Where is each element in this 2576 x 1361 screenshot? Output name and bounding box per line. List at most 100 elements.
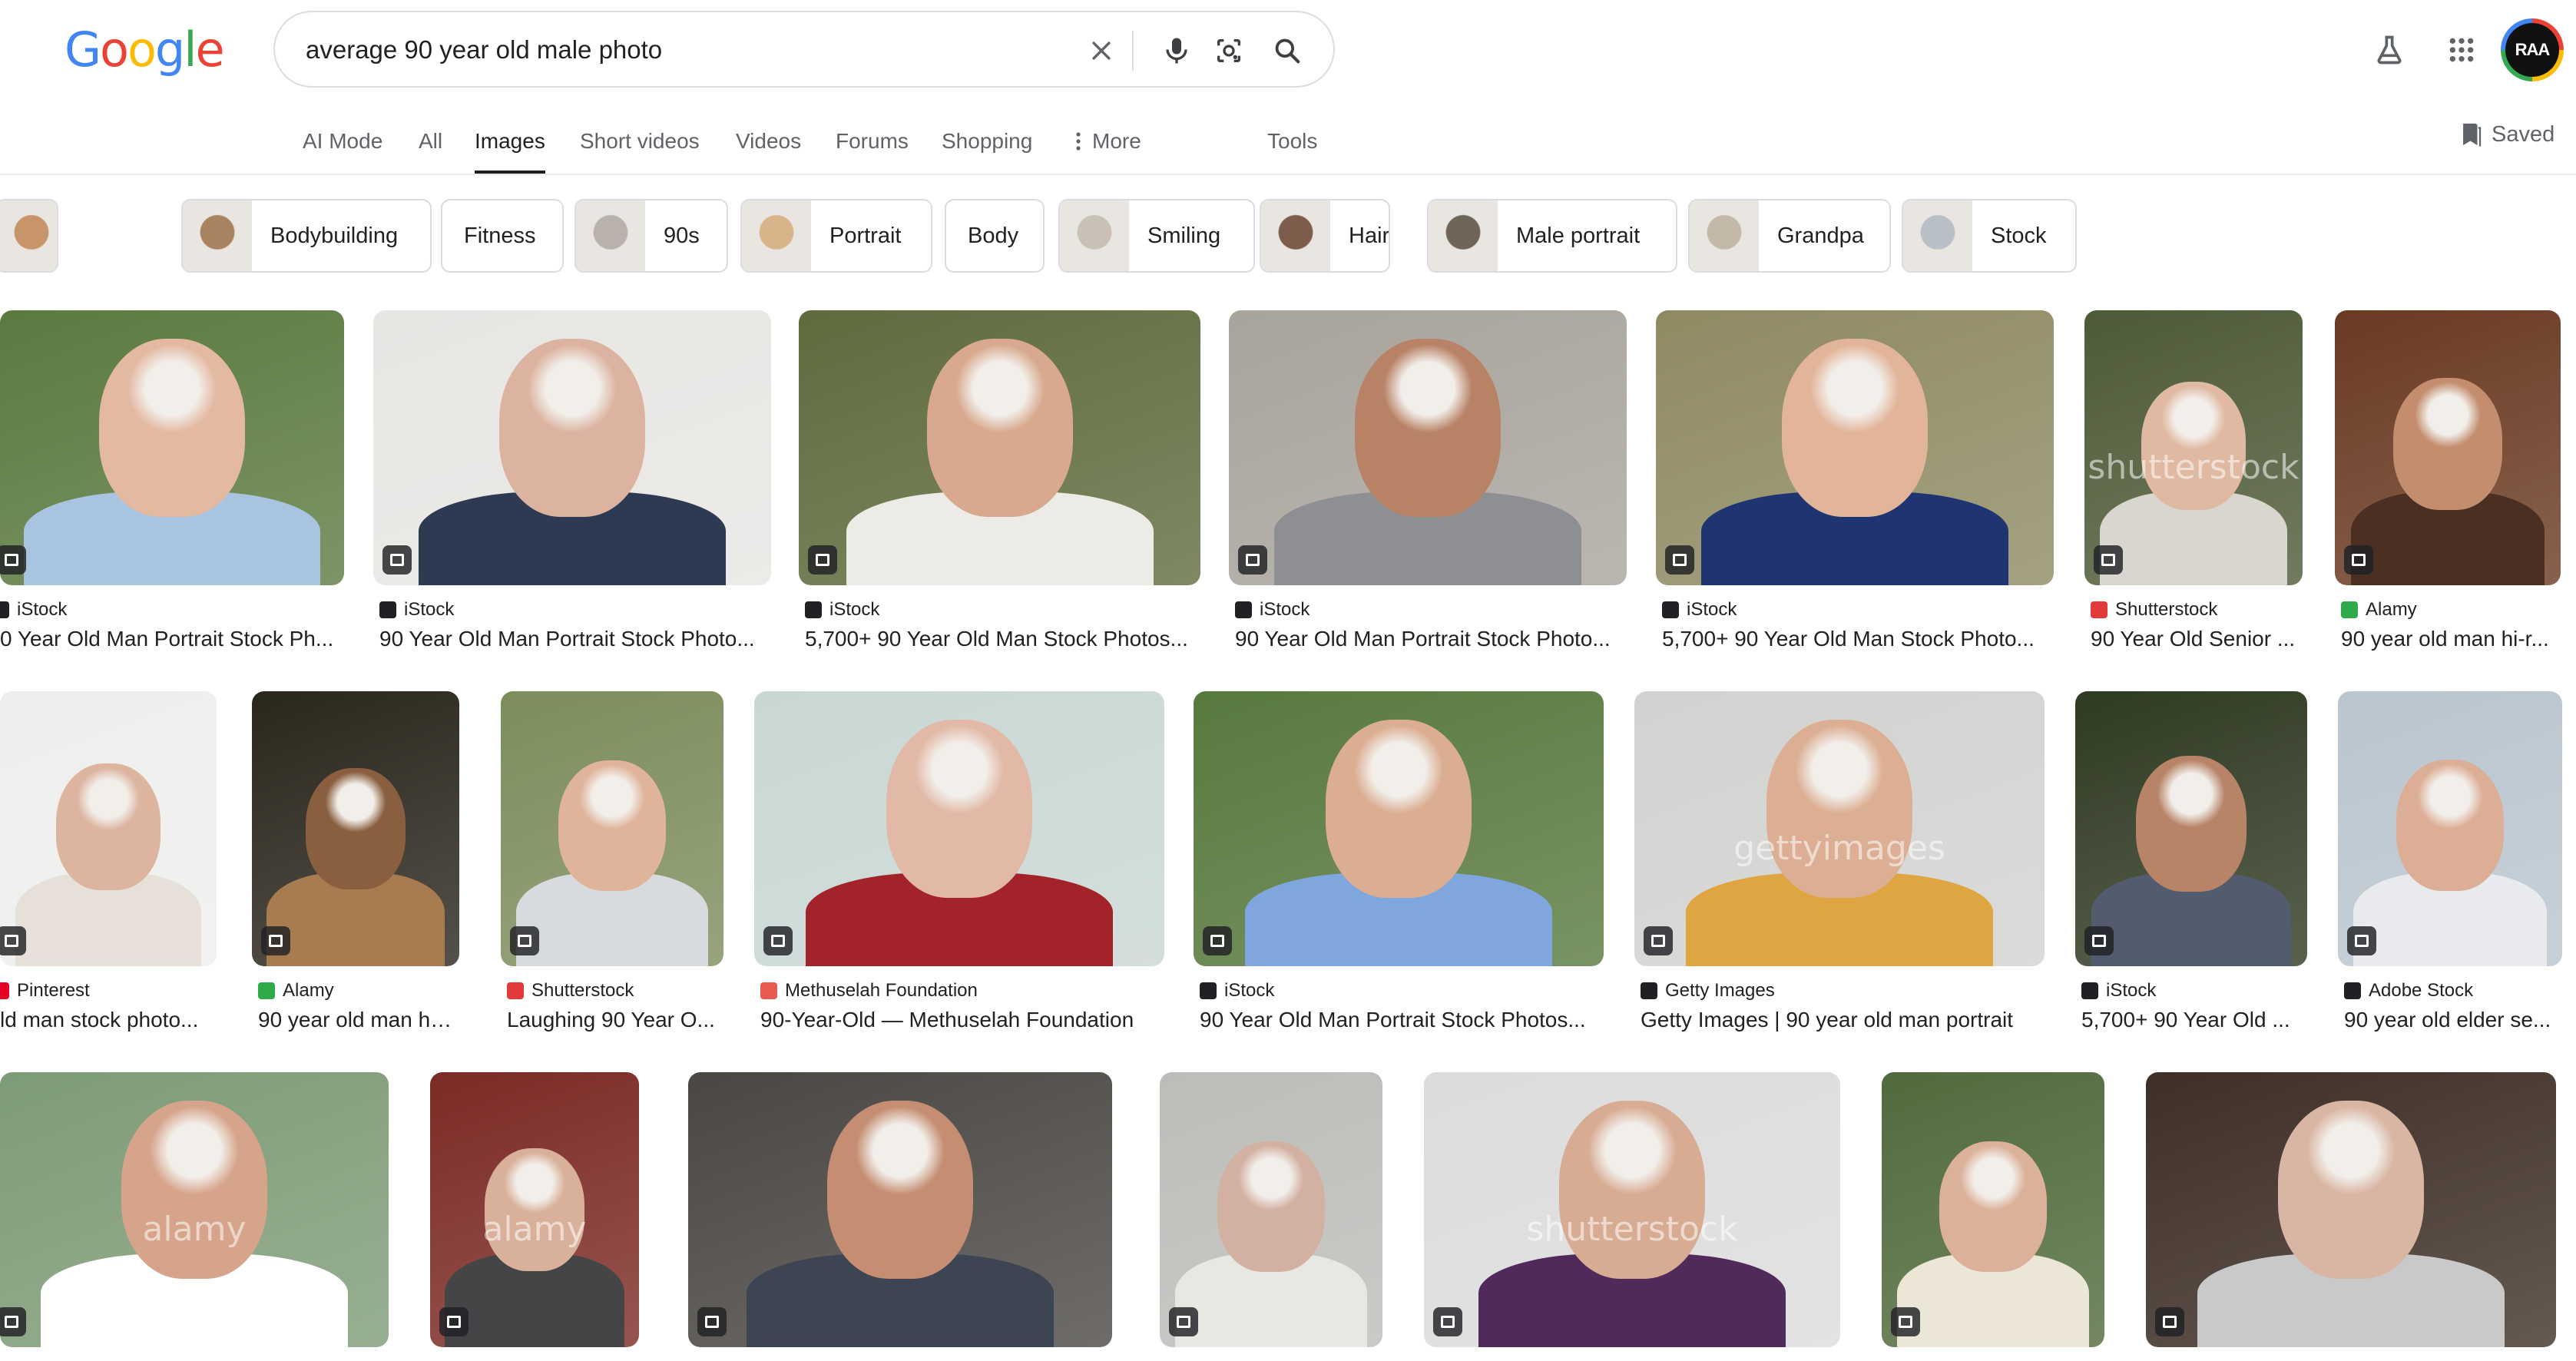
result-thumbnail[interactable] — [373, 310, 771, 585]
result-title[interactable]: Laughing 90 Year O... — [507, 1008, 720, 1032]
saved-button[interactable]: Saved — [2459, 121, 2554, 147]
result-title[interactable]: 90 Year Old Man Portrait Stock Photos... — [1200, 1008, 1601, 1032]
photo-subject-face — [2396, 760, 2505, 892]
tab-short-videos[interactable]: Short videos — [580, 124, 700, 175]
tab-forums[interactable]: Forums — [836, 124, 909, 175]
chip-thumbnail — [183, 200, 252, 271]
tab-more-label: More — [1092, 129, 1141, 153]
result-thumbnail[interactable] — [799, 310, 1200, 585]
source-favicon-icon — [1235, 601, 1252, 618]
result-thumbnail[interactable] — [2338, 691, 2562, 966]
result-thumbnail[interactable] — [0, 691, 217, 966]
result-thumbnail[interactable] — [252, 691, 459, 966]
account-avatar[interactable]: RAA — [2501, 18, 2564, 81]
result-title[interactable]: 5,700+ 90 Year Old Man Stock Photo... — [1662, 627, 2051, 651]
tab-videos[interactable]: Videos — [736, 124, 801, 175]
result-title[interactable]: 90 Year Old Senior ... — [2091, 627, 2300, 651]
chip-stock[interactable]: Stock — [1902, 199, 2077, 273]
source-name: iStock — [404, 599, 455, 620]
chip-body[interactable]: Body — [945, 199, 1045, 273]
result-source[interactable]: iStock — [0, 599, 67, 621]
result-thumbnail[interactable] — [1194, 691, 1604, 966]
chip-bodybuilding[interactable]: Bodybuilding — [181, 199, 432, 273]
result-thumbnail[interactable] — [754, 691, 1164, 966]
camera-lens-icon — [1217, 39, 1240, 62]
result-title[interactable]: 0 Year Old Man Portrait Stock Ph... — [0, 627, 335, 651]
labs-button[interactable] — [2367, 28, 2412, 72]
result-source[interactable]: iStock — [1235, 599, 1310, 621]
chip-fitness[interactable]: Fitness — [441, 199, 564, 273]
result-title[interactable]: ld man stock photo... — [0, 1008, 207, 1032]
result-source[interactable]: Shutterstock — [2091, 599, 2217, 621]
lens-search-button[interactable] — [1207, 29, 1250, 72]
result-source[interactable]: iStock — [1200, 980, 1274, 1002]
picture-icon — [518, 935, 531, 947]
chip-muscle[interactable]: Muscle — [0, 199, 58, 273]
search-icon — [1275, 38, 1300, 64]
result-title[interactable]: 90-Year-Old — Methuselah Foundation — [760, 1008, 1161, 1032]
result-source[interactable]: iStock — [379, 599, 454, 621]
chip-grandpa[interactable]: Grandpa — [1688, 199, 1891, 273]
chip-portrait[interactable]: Portrait — [740, 199, 932, 273]
tab-images[interactable]: Images — [475, 124, 545, 175]
result-thumbnail[interactable] — [688, 1072, 1112, 1347]
tab-ai-mode[interactable]: AI Mode — [303, 124, 382, 175]
chip-male-portrait[interactable]: Male portrait — [1427, 199, 1677, 273]
photo-subject-face — [1939, 1141, 2047, 1273]
search-button[interactable] — [1266, 29, 1309, 72]
google-logo[interactable]: Google — [65, 18, 225, 80]
tab-tools[interactable]: Tools — [1267, 124, 1317, 175]
result-title[interactable]: 90 Year Old Man Portrait Stock Photo... — [1235, 627, 1624, 651]
result-source[interactable]: Shutterstock — [507, 980, 634, 1002]
result-source[interactable]: Getty Images — [1641, 980, 1775, 1002]
result-thumbnail[interactable]: alamy — [0, 1072, 389, 1347]
google-apps-button[interactable] — [2439, 28, 2484, 72]
result-title[interactable]: 90 year old man hi-r... — [2341, 627, 2558, 651]
tab-more[interactable]: More — [1075, 124, 1141, 175]
chip-smiling[interactable]: Smiling — [1058, 199, 1255, 273]
result-source[interactable]: Pinterest — [0, 980, 90, 1002]
result-title[interactable]: 90 year old elder se... — [2344, 1008, 2559, 1032]
result-thumbnail[interactable]: alamy — [430, 1072, 639, 1347]
result-thumbnail[interactable] — [2146, 1072, 2556, 1347]
result-thumbnail[interactable] — [501, 691, 723, 966]
image-type-icon — [763, 926, 793, 955]
image-type-icon — [808, 545, 837, 575]
result-thumbnail[interactable]: gettyimages — [1634, 691, 2045, 966]
source-favicon-icon — [1641, 982, 1657, 999]
result-thumbnail[interactable] — [1656, 310, 2054, 585]
result-thumbnail[interactable] — [1882, 1072, 2104, 1347]
result-source[interactable]: iStock — [1662, 599, 1737, 621]
result-thumbnail[interactable] — [2335, 310, 2561, 585]
result-thumbnail[interactable]: shutterstock — [2084, 310, 2303, 585]
chip-hair[interactable]: Hair — [1260, 199, 1390, 273]
image-type-icon — [439, 1307, 469, 1336]
result-title[interactable]: Getty Images | 90 year old man portrait — [1641, 1008, 2041, 1032]
result-source[interactable]: Methuselah Foundation — [760, 980, 978, 1002]
clear-search-button[interactable] — [1080, 29, 1123, 72]
result-thumbnail[interactable]: shutterstock — [1424, 1072, 1840, 1347]
tab-all[interactable]: All — [419, 124, 442, 175]
image-type-icon — [2084, 926, 2114, 955]
result-source[interactable]: Adobe Stock — [2344, 980, 2473, 1002]
result-title[interactable]: 5,700+ 90 Year Old ... — [2081, 1008, 2304, 1032]
result-source[interactable]: Alamy — [258, 980, 334, 1002]
result-title[interactable]: 90 year old man hi-r... — [258, 1008, 456, 1032]
logo-letter: o — [100, 21, 129, 78]
voice-search-button[interactable] — [1155, 29, 1198, 72]
result-source[interactable]: Alamy — [2341, 599, 2417, 621]
result-thumbnail[interactable] — [1229, 310, 1627, 585]
result-source[interactable]: iStock — [2081, 980, 2156, 1002]
photo-subject-face — [1559, 1100, 1705, 1279]
result-thumbnail[interactable] — [1160, 1072, 1382, 1347]
chip-90s[interactable]: 90s — [574, 199, 728, 273]
tab-shopping[interactable]: Shopping — [942, 124, 1032, 175]
chip-thumbnail — [1429, 200, 1498, 271]
result-thumbnail[interactable] — [2075, 691, 2307, 966]
result-thumbnail[interactable] — [0, 310, 344, 585]
result-title[interactable]: 5,700+ 90 Year Old Man Stock Photos... — [805, 627, 1197, 651]
chip-thumbnail — [0, 200, 57, 271]
result-source[interactable]: iStock — [805, 599, 879, 621]
result-title[interactable]: 90 Year Old Man Portrait Stock Photo... — [379, 627, 768, 651]
search-input[interactable] — [306, 32, 1043, 68]
